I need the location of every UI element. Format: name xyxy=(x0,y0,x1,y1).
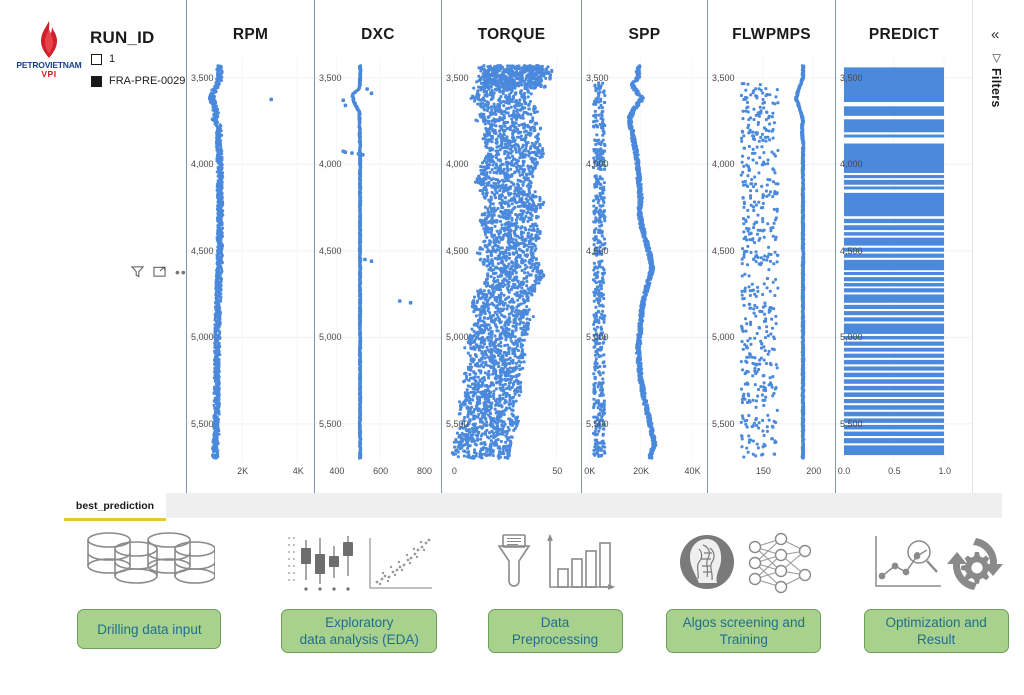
workflow-step-drilling-data-input[interactable]: Drilling data input xyxy=(50,527,249,649)
workflow-button-line-2: Result xyxy=(917,632,956,647)
tab-strip-background xyxy=(166,493,1002,518)
tab-best-prediction[interactable]: best_prediction xyxy=(64,493,166,521)
chart-title-flwpmps: FLWPMPS xyxy=(732,26,811,43)
legend-item-fra-pre-0029[interactable]: FRA-PRE-0029 xyxy=(91,75,185,87)
filters-button[interactable]: ◁ Filters xyxy=(989,52,1003,108)
x-tick-label: 600 xyxy=(373,466,389,476)
petrovietnam-vpi-logo: PETROVIETNAM VPI xyxy=(13,20,85,94)
x-axis-labels-predict: 0.0 0.5 1.0 xyxy=(836,466,972,488)
filters-rail[interactable]: « ◁ Filters xyxy=(972,0,1024,493)
workflow-button-algos-training[interactable]: Algos screening and Training xyxy=(666,609,822,653)
x-tick-label: 0 xyxy=(451,466,457,476)
x-tick-label: 0K xyxy=(584,466,596,476)
chart-panel-torque[interactable]: TORQUE 3,500 4,000 4,500 5,000 5,500 0 50 xyxy=(441,0,581,493)
workflow-step-data-preprocessing[interactable]: Data Preprocessing xyxy=(473,527,638,653)
tab-label: best_prediction xyxy=(75,499,155,512)
plot-area-dxc[interactable] xyxy=(315,57,441,462)
workflow-diagram: Drilling data input Exploratory data ana… xyxy=(0,527,1024,695)
funnel-barchart-icon xyxy=(490,527,620,599)
workflow-button-line-1: Optimization and xyxy=(885,615,987,630)
x-axis-labels-flwpmps: 150 200 xyxy=(708,466,835,488)
plot-area-torque[interactable] xyxy=(442,57,581,462)
x-tick-label: 4K xyxy=(292,466,304,476)
legend-item-label: FRA-PRE-0029 xyxy=(109,75,186,87)
chart-panel-spp[interactable]: SPP 3,500 4,000 4,500 5,000 5,500 0K 20K 40K xyxy=(581,0,707,493)
x-tick-label: 200 xyxy=(806,466,822,476)
x-axis-labels-spp: 0K 20K 40K xyxy=(582,466,707,488)
workflow-button-drilling-data-input[interactable]: Drilling data input xyxy=(77,609,222,649)
plot-area-spp[interactable] xyxy=(582,57,707,462)
x-tick-label: 2K xyxy=(237,466,249,476)
workflow-button-data-preprocessing[interactable]: Data Preprocessing xyxy=(487,609,623,653)
chart-title-spp: SPP xyxy=(628,26,661,43)
x-tick-label: 400 xyxy=(329,466,345,476)
x-tick-label: 20K xyxy=(633,466,650,476)
chart-title-torque: TORQUE xyxy=(477,26,546,43)
filter-icon[interactable] xyxy=(131,265,144,278)
workflow-button-line-1: Data xyxy=(540,615,570,630)
legend-swatch-unchecked[interactable] xyxy=(91,53,102,65)
chart-title-rpm: RPM xyxy=(232,26,269,43)
workflow-button-eda[interactable]: Exploratory data analysis (EDA) xyxy=(281,609,438,653)
collapse-panel-icon[interactable]: « xyxy=(991,27,999,42)
visual-mini-toolbar[interactable]: ••• xyxy=(131,265,193,279)
report-tab-strip[interactable]: best_prediction xyxy=(0,493,1024,521)
workflow-button-line-2: Preprocessing xyxy=(511,632,599,647)
chart-title-predict: PREDICT xyxy=(868,26,940,43)
x-axis-labels-dxc: 400 600 800 xyxy=(315,466,441,488)
workflow-step-optimization-result[interactable]: p Optimization and Result xyxy=(848,527,1024,653)
dashboard-canvas: PETROVIETNAM VPI RUN_ID 1 FRA-PRE-0029 •… xyxy=(0,0,1024,493)
x-axis-labels-rpm: 2K 4K xyxy=(187,466,314,488)
plot-area-flwpmps[interactable] xyxy=(708,57,835,462)
database-stack-icon xyxy=(83,527,216,599)
legend-panel: PETROVIETNAM VPI RUN_ID 1 FRA-PRE-0029 •… xyxy=(0,0,192,493)
logo-text-vpi: VPI xyxy=(41,69,57,79)
x-axis-labels-torque: 0 50 xyxy=(442,466,581,488)
legend-swatch-checked[interactable] xyxy=(91,75,102,87)
chart-panel-flwpmps[interactable]: FLWPMPS 3,500 4,000 4,500 5,000 5,500 150 200 xyxy=(707,0,835,493)
focus-mode-icon[interactable] xyxy=(153,265,166,278)
legend-title: RUN_ID xyxy=(90,28,155,47)
multi-track-chart-group: RPM 3,500 4,000 4,500 5,000 5,500 2K 4K DXC 3… xyxy=(186,0,972,493)
workflow-button-line-1: Exploratory xyxy=(325,615,394,630)
filters-label: Filters xyxy=(989,68,1003,108)
brain-neuralnet-icon xyxy=(677,527,811,599)
workflow-button-line-2: data analysis (EDA) xyxy=(299,632,419,647)
workflow-button-line-2: Training xyxy=(719,632,768,647)
chart-magnifier-gear-icon: p xyxy=(869,527,1004,599)
workflow-button-optimization-result[interactable]: Optimization and Result xyxy=(863,609,1009,653)
x-tick-label: 0.0 xyxy=(837,466,851,476)
workflow-button-line-1: Drilling data input xyxy=(97,621,202,637)
chart-panel-rpm[interactable]: RPM 3,500 4,000 4,500 5,000 5,500 2K 4K xyxy=(186,0,314,493)
x-tick-label: 150 xyxy=(755,466,771,476)
x-tick-label: 50 xyxy=(552,466,563,476)
flame-icon xyxy=(36,20,62,60)
x-tick-label: 800 xyxy=(416,466,432,476)
chart-title-dxc: DXC xyxy=(361,26,395,43)
x-tick-label: 1.0 xyxy=(938,466,952,476)
plot-area-predict[interactable] xyxy=(836,57,972,462)
funnel-icon: ◁ xyxy=(990,54,1003,63)
x-tick-label: 0.5 xyxy=(888,466,901,476)
chart-panel-predict[interactable]: PREDICT 3,500 4,000 4,500 5,000 5,500 0.0 0.5… xyxy=(835,0,972,493)
chart-panel-dxc[interactable]: DXC 3,500 4,000 4,500 5,000 5,500 400 600 800 xyxy=(314,0,441,493)
workflow-step-eda[interactable]: Exploratory data analysis (EDA) xyxy=(260,527,459,653)
legend-item-1[interactable]: 1 xyxy=(91,53,115,65)
legend-item-label: 1 xyxy=(109,53,116,65)
x-tick-label: 40K xyxy=(684,466,701,476)
workflow-button-line-1: Algos screening and xyxy=(682,615,805,630)
plot-area-rpm[interactable] xyxy=(187,57,314,462)
workflow-step-algos-training[interactable]: Algos screening and Training xyxy=(651,527,836,653)
boxplot-scatter-icon xyxy=(284,527,434,599)
